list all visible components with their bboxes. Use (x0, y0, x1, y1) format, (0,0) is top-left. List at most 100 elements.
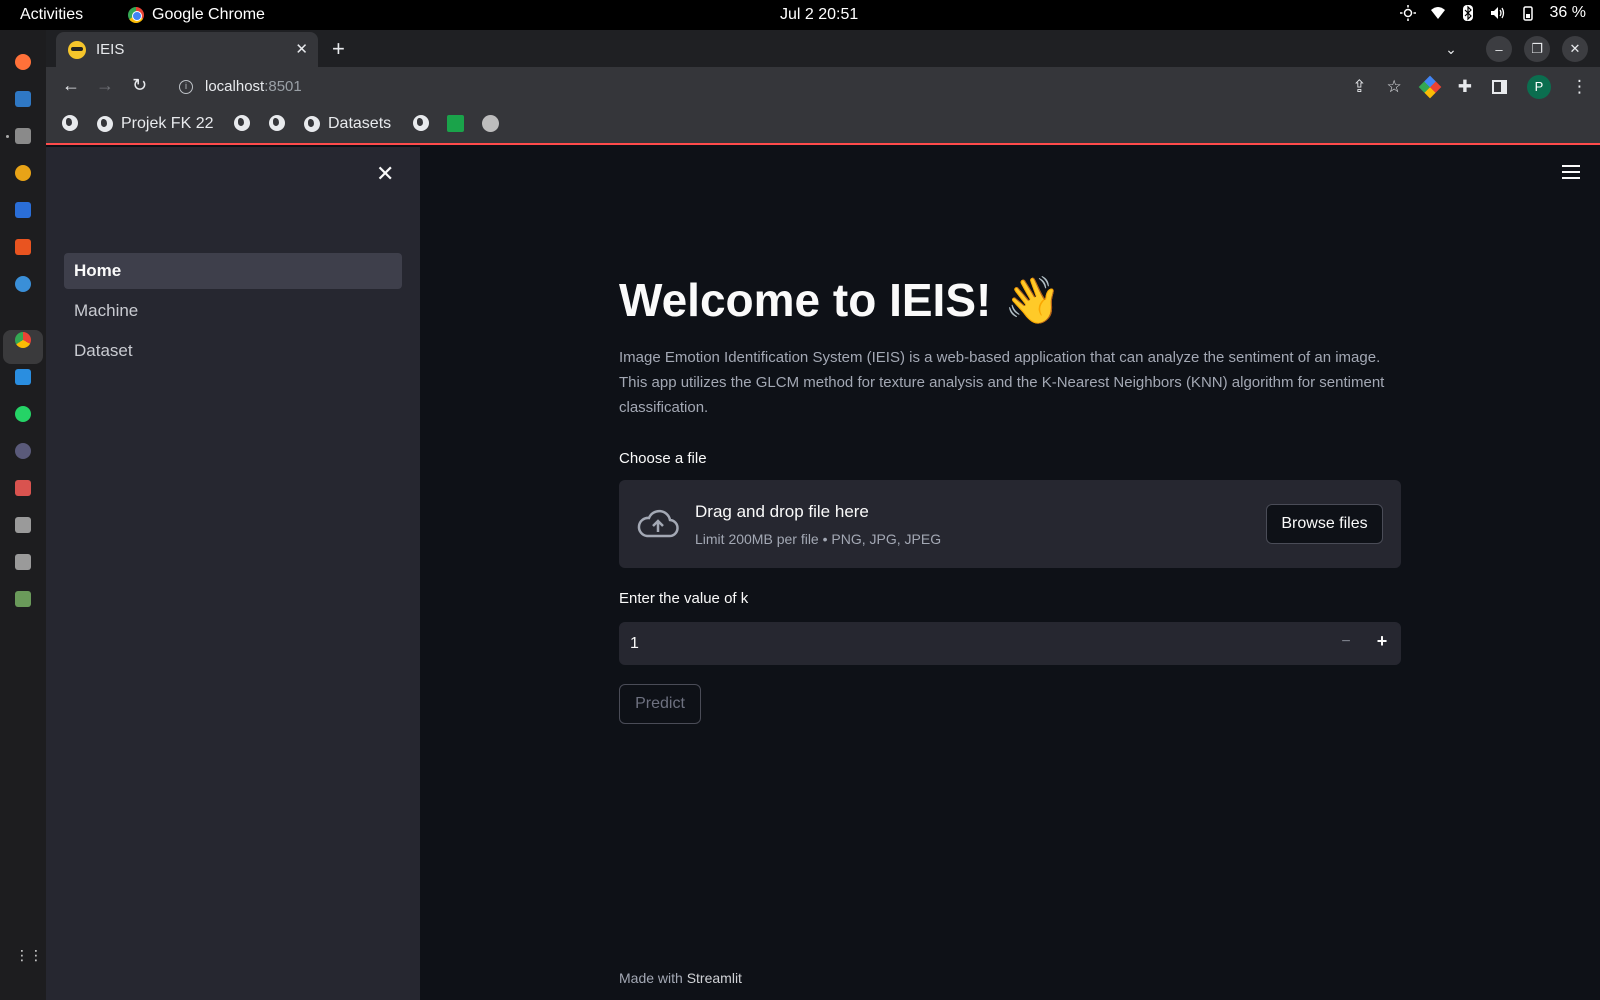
globe-icon (269, 115, 285, 131)
software-center-icon[interactable] (15, 239, 31, 255)
spi-icon (447, 115, 464, 132)
globe-icon (97, 116, 113, 132)
decrement-icon[interactable]: − (1336, 633, 1356, 651)
k-number-input[interactable]: 1 − + (619, 622, 1401, 665)
app-description: Image Emotion Identification System (IEI… (619, 349, 1385, 416)
close-window-icon[interactable]: ✕ (1562, 36, 1588, 62)
trash-icon[interactable] (15, 591, 31, 607)
reload-icon[interactable]: ↻ (132, 75, 147, 96)
brightness-icon (1399, 5, 1416, 21)
app-name-label: Google Chrome (152, 6, 265, 23)
bookmark-projek[interactable]: Projek FK 22 (97, 115, 213, 133)
drive-icon[interactable] (15, 517, 31, 533)
firefox-icon[interactable] (15, 54, 31, 70)
bookmark-globe-2[interactable] (234, 115, 250, 131)
tab-ieis[interactable]: IEIS ✕ (56, 32, 318, 67)
increment-icon[interactable]: + (1372, 631, 1392, 652)
window-controls: ⌄ – ❐ ✕ (1438, 36, 1588, 62)
browser-toolbar: ← → ↻ i localhost:8501 ⇪ ☆ ✚ P ⋮ (46, 67, 1600, 107)
screenshot-app-icon[interactable] (15, 480, 31, 496)
share-icon[interactable]: ⇪ (1352, 77, 1366, 97)
system-tray[interactable]: 36 % (1399, 4, 1586, 22)
k-input-label: Enter the value of k (619, 590, 749, 607)
minimize-icon[interactable]: – (1486, 36, 1512, 62)
system-top-bar: Activities Google Chrome Jul 2 20:51 36 … (0, 0, 1600, 30)
bookmarks-bar: Projek FK 22 Datasets (46, 107, 1600, 145)
globe-icon (234, 115, 250, 131)
forward-icon[interactable]: → (96, 75, 114, 96)
sidebar-item-dataset[interactable]: Dataset (64, 333, 402, 369)
bookmark-label: Projek FK 22 (121, 115, 214, 132)
extension-colorful-icon[interactable] (1418, 75, 1442, 99)
site-info-icon[interactable]: i (179, 80, 193, 94)
browser-menu-icon[interactable]: ⋮ (1571, 77, 1588, 97)
file-uploader-label: Choose a file (619, 450, 707, 467)
profile-avatar[interactable]: P (1527, 75, 1551, 99)
battery-percent: 36 % (1549, 4, 1586, 21)
dropzone-limit: Limit 200MB per file • PNG, JPG, JPEG (695, 531, 942, 547)
files-icon[interactable] (15, 128, 31, 144)
tab-search-chevron-icon[interactable]: ⌄ (1438, 41, 1464, 58)
new-tab-icon[interactable]: + (332, 36, 345, 62)
bookmark-globe-4[interactable] (413, 115, 429, 131)
dock: ⋮⋮ (0, 30, 46, 1000)
sidebar-close-icon[interactable]: ✕ (376, 161, 394, 187)
writer-icon[interactable] (15, 202, 31, 218)
activities-button[interactable]: Activities (20, 6, 83, 24)
volume-icon (1490, 7, 1504, 19)
streamlit-link[interactable]: Streamlit (687, 970, 742, 986)
bluetooth-icon (1462, 5, 1473, 21)
clock[interactable]: Jul 2 20:51 (780, 6, 858, 24)
bookmark-circle[interactable] (482, 115, 499, 132)
sidebar-item-home[interactable]: Home (64, 253, 402, 289)
running-indicator (6, 135, 9, 138)
help-icon[interactable] (15, 276, 31, 292)
extensions-puzzle-icon[interactable]: ✚ (1458, 77, 1472, 97)
globe-icon (413, 115, 429, 131)
file-dropzone[interactable]: Drag and drop file here Limit 200MB per … (619, 480, 1401, 568)
address-bar[interactable]: i localhost:8501 (167, 71, 1467, 103)
bookmark-globe-3[interactable] (269, 115, 285, 131)
play-circle-icon (482, 115, 499, 132)
globe-icon (304, 116, 320, 132)
clock-app-icon[interactable] (15, 443, 31, 459)
cloud-upload-icon (637, 509, 679, 538)
thunderbird-icon[interactable] (15, 91, 31, 107)
drive-icon-2[interactable] (15, 554, 31, 570)
bookmark-star-icon[interactable]: ☆ (1387, 77, 1402, 97)
main-content: Welcome to IEIS! 👋 Image Emotion Identif… (420, 147, 1600, 1000)
tab-close-icon[interactable]: ✕ (295, 40, 308, 58)
footer: Made with Streamlit (619, 970, 742, 986)
bookmark-spi[interactable] (447, 115, 464, 132)
chrome-dock-icon[interactable] (15, 332, 31, 348)
bookmark-label: Datasets (328, 115, 392, 132)
globe-icon (62, 115, 78, 131)
app-menu[interactable]: Google Chrome (128, 6, 265, 24)
bookmark-globe-1[interactable] (62, 115, 78, 131)
dropzone-title: Drag and drop file here (695, 502, 869, 521)
vscode-icon[interactable] (15, 369, 31, 385)
tab-strip: IEIS ✕ + ⌄ – ❐ ✕ (46, 30, 1600, 67)
browse-files-button[interactable]: Browse files (1266, 504, 1383, 544)
page-title: Welcome to IEIS! 👋 (619, 274, 1062, 326)
rhythmbox-icon[interactable] (15, 165, 31, 181)
footer-prefix: Made with (619, 970, 687, 986)
url-text: localhost:8501 (205, 78, 302, 95)
tab-title: IEIS (96, 41, 125, 58)
wifi-icon (1430, 7, 1445, 19)
sunglasses-emoji-favicon-icon (68, 41, 86, 59)
battery-icon (1522, 6, 1533, 21)
whatsapp-icon[interactable] (15, 406, 31, 422)
side-panel-icon[interactable] (1492, 80, 1507, 94)
k-value[interactable]: 1 (630, 635, 639, 653)
sidebar: ✕ Home Machine Dataset (46, 147, 420, 1000)
chrome-icon (128, 7, 144, 23)
hamburger-menu-icon[interactable] (1562, 165, 1580, 183)
sidebar-item-machine[interactable]: Machine (64, 293, 402, 329)
toolbar-actions: ⇪ ☆ ✚ P ⋮ (1352, 75, 1588, 99)
show-apps-icon[interactable]: ⋮⋮ (15, 947, 43, 963)
back-icon[interactable]: ← (62, 75, 80, 96)
predict-button[interactable]: Predict (619, 684, 701, 724)
bookmark-datasets[interactable]: Datasets (304, 115, 391, 133)
restore-icon[interactable]: ❐ (1524, 36, 1550, 62)
